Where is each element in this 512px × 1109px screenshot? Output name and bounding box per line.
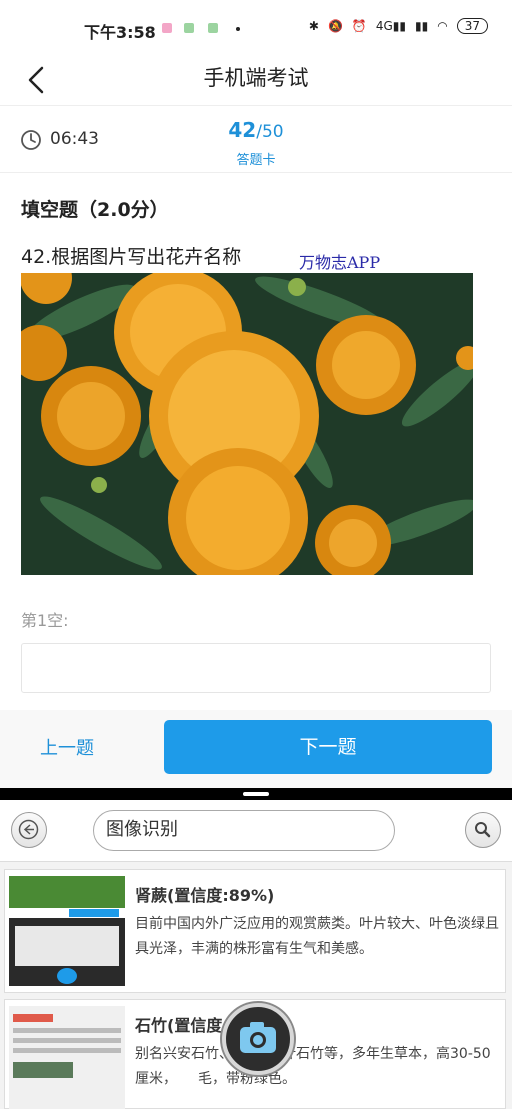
bluetooth-icon: ✱ <box>308 19 319 33</box>
total-questions: 50 <box>261 122 284 142</box>
result-item[interactable]: 肾蕨(置信度:89%) 目前中国内外广泛应用的观赏蕨类。叶片较大、叶色淡绿且具光… <box>4 869 506 993</box>
mute-icon: 🔕 <box>327 19 343 33</box>
question-type: 填空题（2.0分） <box>21 199 169 221</box>
camera-capture-button[interactable] <box>222 1003 294 1075</box>
back-button[interactable] <box>11 812 47 848</box>
page-title: 手机端考试 <box>203 66 309 90</box>
result-description: 目前中国内外广泛应用的观赏蕨类。叶片较大、叶色淡绿且具光泽，丰满的株形富有生气和… <box>135 916 499 957</box>
question-progress[interactable]: 42/50 <box>0 118 512 142</box>
notification-icon <box>184 23 194 33</box>
wifi-icon: ◠ <box>437 19 448 33</box>
current-question-number: 42 <box>228 118 257 142</box>
next-question-button[interactable]: 下一题 <box>164 720 492 774</box>
battery-icon: 37 <box>456 18 488 34</box>
blank-label: 第1空: <box>21 611 69 630</box>
app-header: 手机端考试 <box>0 56 512 106</box>
signal-icon: 4G▮▮ <box>375 19 407 33</box>
search-button[interactable] <box>465 812 501 848</box>
result-name: 肾蕨(置信度:89%) <box>135 886 275 905</box>
result-description: 别名兴安石竹、 钻叶石竹等，多年生草本，高30-50厘米， 毛，带粉绿色。 <box>135 1046 491 1087</box>
recognizer-toolbar: 图像识别 <box>0 800 512 862</box>
watermark-text: 万物志APP <box>299 253 381 272</box>
status-time: 下午3:58 <box>84 23 156 42</box>
alarm-icon: ⏰ <box>351 19 367 33</box>
exam-info-bar: 06:43 42/50 答题卡 <box>0 107 512 173</box>
question-nav-bar: 上一题 下一题 <box>0 710 512 788</box>
result-name: 石竹(置信度 <box>135 1016 223 1035</box>
split-screen-divider[interactable] <box>0 788 512 800</box>
divider-handle[interactable] <box>243 792 269 796</box>
result-thumbnail <box>9 1006 125 1109</box>
question-text: 42.根据图片写出花卉名称 <box>21 246 242 268</box>
notification-icon <box>208 23 218 33</box>
more-notifications-icon <box>236 27 240 31</box>
signal-icon-2: ▮▮ <box>415 19 429 33</box>
question-image <box>21 273 473 575</box>
recognition-search-field[interactable]: 图像识别 <box>93 810 395 851</box>
answer-input[interactable] <box>21 643 491 693</box>
back-circle-arrow-icon <box>18 819 39 840</box>
prev-question-button[interactable]: 上一题 <box>40 734 94 760</box>
result-thumbnail <box>9 876 125 986</box>
search-icon <box>475 822 491 838</box>
answer-card-link[interactable]: 答题卡 <box>0 149 512 168</box>
notification-icon <box>162 23 172 33</box>
status-bar: 下午3:58 ✱ 🔕 ⏰ 4G▮▮ ▮▮ ◠ 37 <box>0 0 512 56</box>
camera-icon <box>240 1022 276 1053</box>
